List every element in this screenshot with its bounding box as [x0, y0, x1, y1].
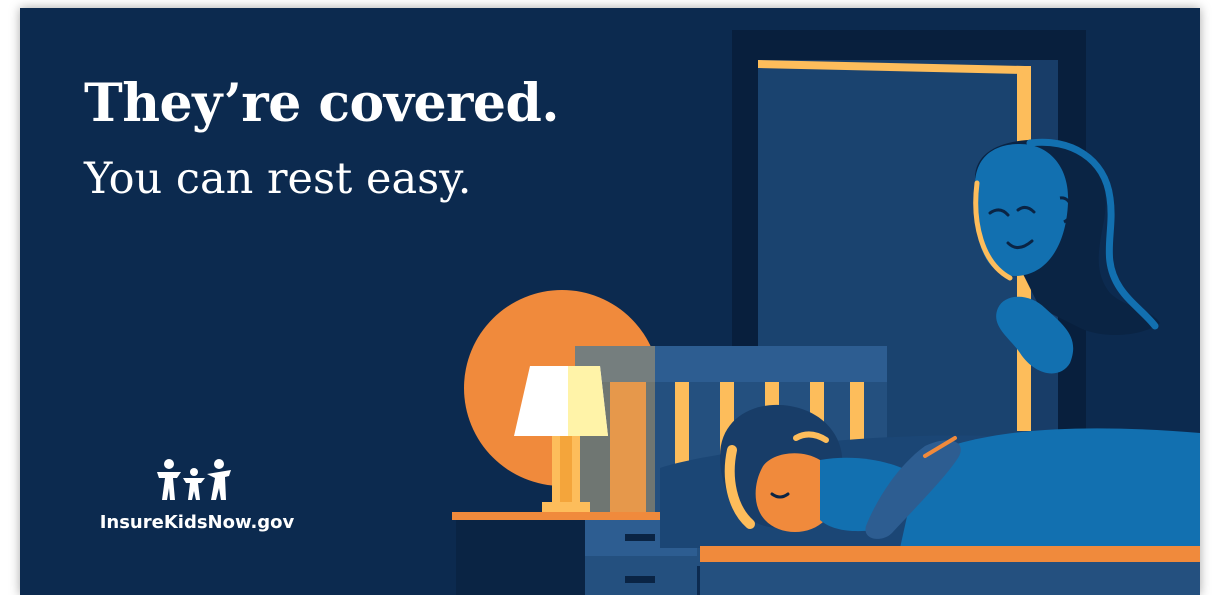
subheadline: You can rest easy.	[84, 154, 472, 204]
family-icon	[157, 459, 231, 500]
insurekidsnow-logo[interactable]: InsureKidsNow.gov	[82, 458, 312, 548]
logo-text: InsureKidsNow.gov	[99, 512, 295, 533]
ad-banner: They’re covered. You can rest easy. Insu…	[20, 8, 1200, 595]
page-frame: They’re covered. You can rest easy. Insu…	[0, 0, 1214, 595]
headline: They’re covered.	[84, 73, 559, 134]
